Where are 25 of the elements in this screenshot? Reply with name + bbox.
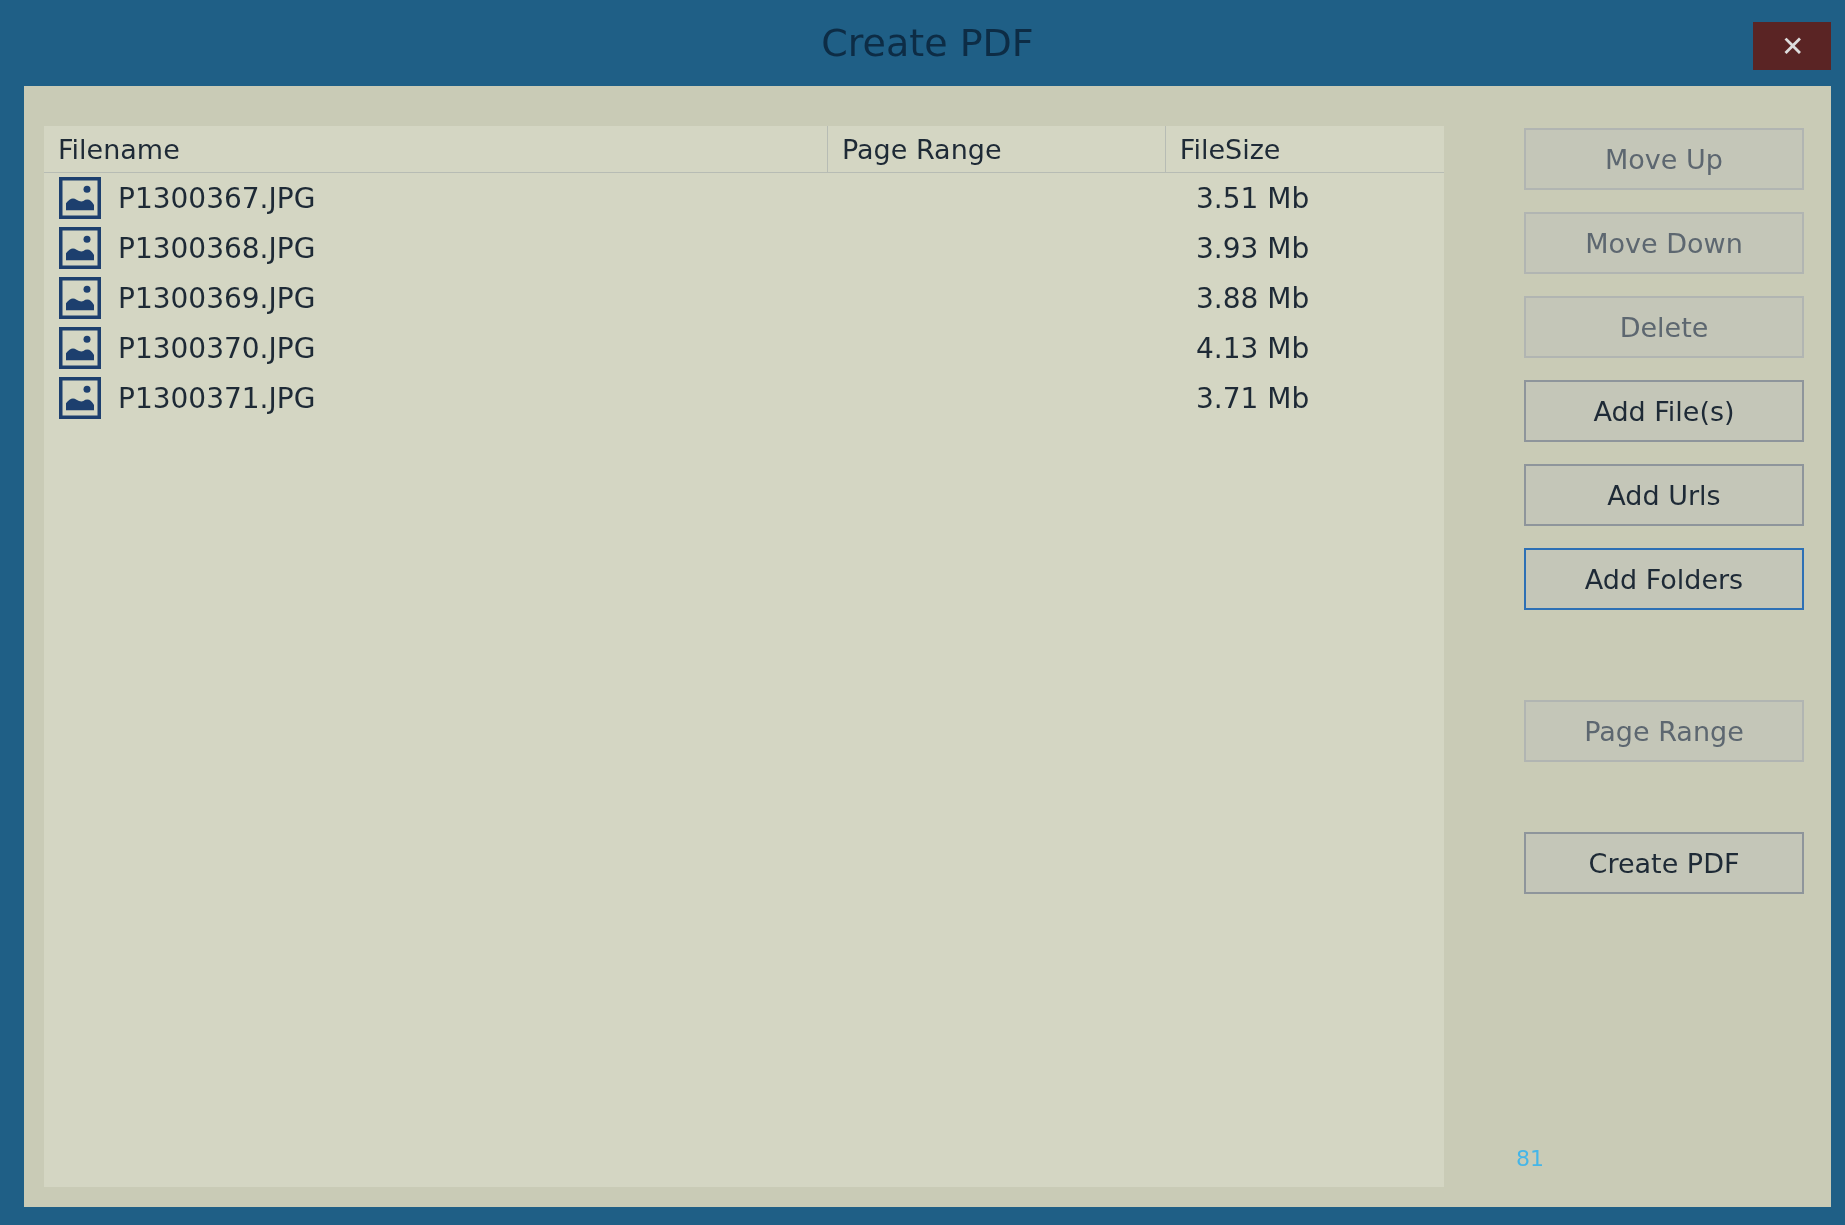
column-header[interactable]: FileSize <box>1164 126 1444 172</box>
action-button[interactable]: Add File(s) <box>1524 380 1804 442</box>
file-size-cell: 3.71 Mb <box>1196 381 1310 415</box>
column-header[interactable]: Page Range <box>827 126 1165 172</box>
file-size-cell: 4.13 Mb <box>1196 331 1310 365</box>
filename-cell: P1300370.JPG <box>118 331 316 365</box>
column-header[interactable]: Filename <box>44 133 827 165</box>
action-button[interactable]: Add Folders <box>1524 548 1804 610</box>
image-file-icon <box>58 377 102 419</box>
image-file-icon <box>58 177 102 219</box>
filename-cell: P1300371.JPG <box>118 381 316 415</box>
action-button[interactable]: Add Urls <box>1524 464 1804 526</box>
page-number: 81 <box>1516 1146 1544 1171</box>
window-title: Create PDF <box>821 21 1034 65</box>
file-size-cell: 3.51 Mb <box>1196 181 1310 215</box>
image-file-icon <box>58 227 102 269</box>
close-button[interactable]: ✕ <box>1753 22 1831 70</box>
filename-cell: P1300368.JPG <box>118 231 316 265</box>
filename-cell: P1300369.JPG <box>118 281 316 315</box>
image-file-icon <box>58 277 102 319</box>
action-button[interactable]: Create PDF <box>1524 832 1804 894</box>
image-file-icon <box>58 327 102 369</box>
filename-cell: P1300367.JPG <box>118 181 316 215</box>
file-size-cell: 3.88 Mb <box>1196 281 1310 315</box>
file-size-cell: 3.93 Mb <box>1196 231 1310 265</box>
